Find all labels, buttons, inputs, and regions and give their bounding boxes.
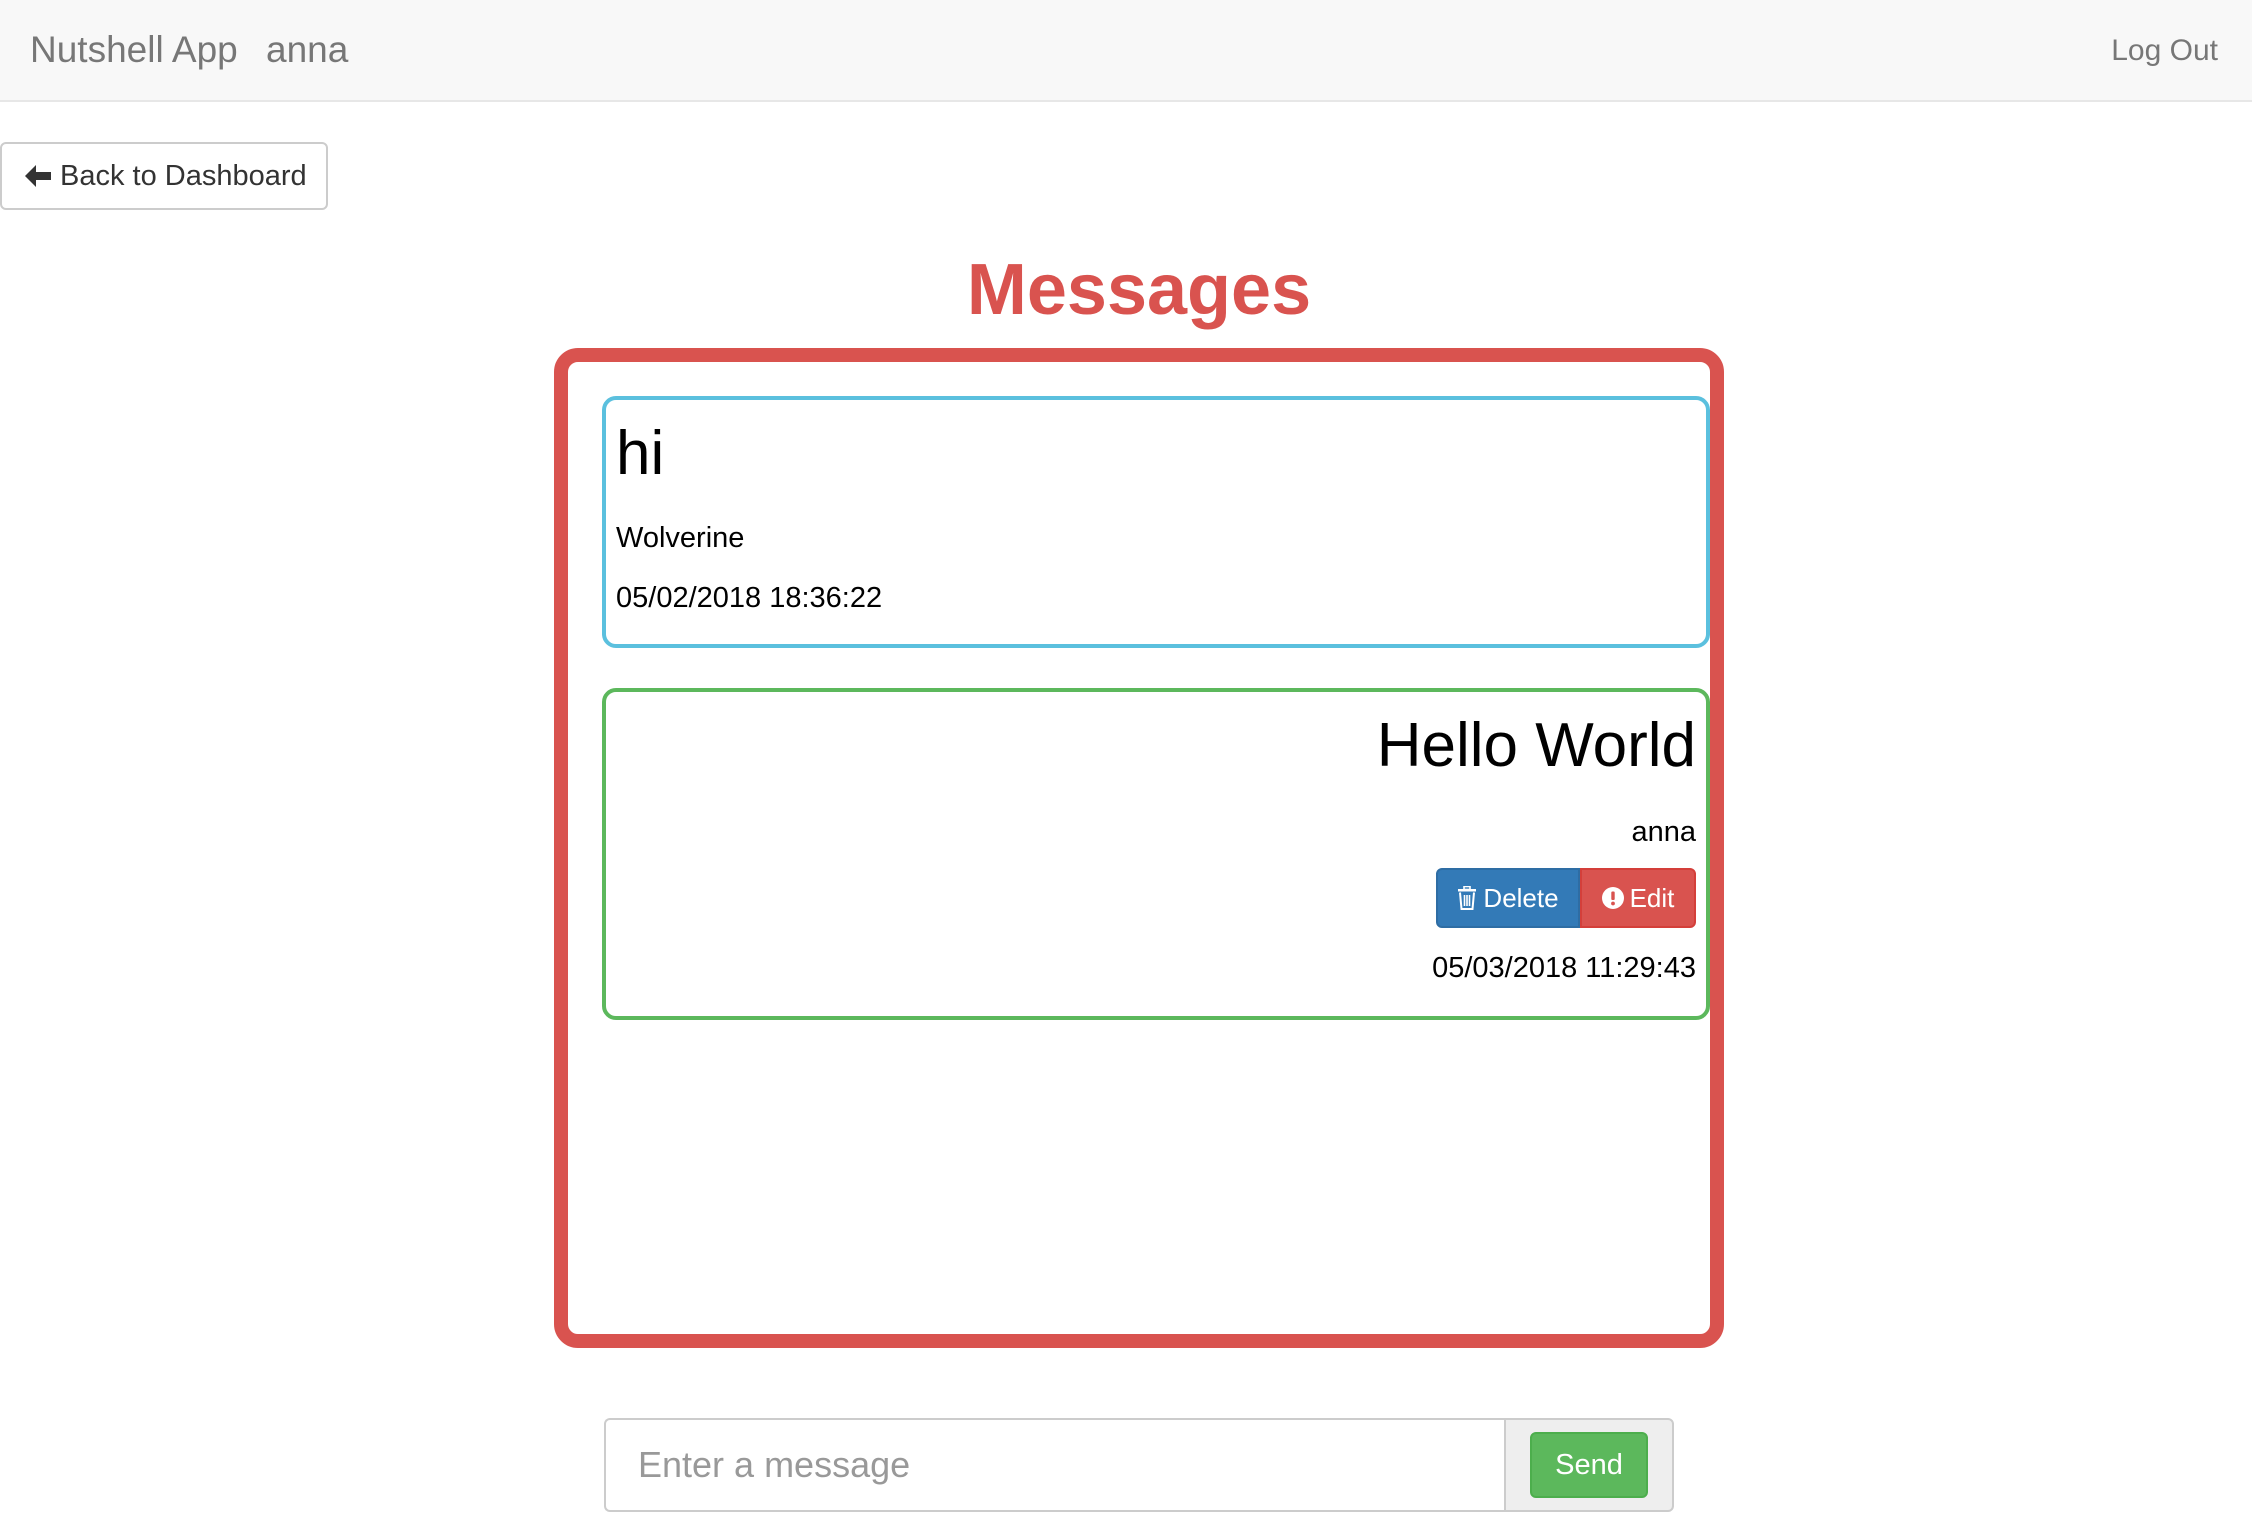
edit-button-label: Edit xyxy=(1629,882,1675,913)
message-text: Hello World xyxy=(1376,711,1696,780)
arrow-left-icon xyxy=(25,165,51,187)
send-button[interactable]: Send xyxy=(1530,1432,1648,1498)
edit-button[interactable]: Edit xyxy=(1580,868,1696,928)
message-card-own: Hello World anna Delete Edit 05/03/2018 … xyxy=(602,688,1710,1020)
logout-link[interactable]: Log Out xyxy=(2111,32,2218,70)
message-timestamp: 05/03/2018 11:29:43 xyxy=(1432,952,1696,984)
message-text: hi xyxy=(616,419,665,488)
delete-button-label: Delete xyxy=(1483,882,1559,913)
delete-button[interactable]: Delete xyxy=(1436,868,1580,928)
page-title: Messages xyxy=(966,250,1312,330)
message-input[interactable] xyxy=(604,1418,1504,1512)
message-composer: Send xyxy=(604,1418,1674,1512)
back-to-dashboard-button[interactable]: Back to Dashboard xyxy=(0,142,328,210)
trash-icon xyxy=(1458,886,1477,910)
message-actions: Delete Edit xyxy=(1436,868,1696,928)
message-author: anna xyxy=(1631,816,1696,848)
exclamation-circle-icon xyxy=(1601,887,1624,909)
messages-container[interactable]: hi Wolverine 05/02/2018 18:36:22 Hello W… xyxy=(554,348,1724,1348)
message-card: hi Wolverine 05/02/2018 18:36:22 xyxy=(602,396,1710,648)
send-addon: Send xyxy=(1504,1418,1674,1512)
message-timestamp: 05/02/2018 18:36:22 xyxy=(616,582,883,614)
nav-username[interactable]: anna xyxy=(266,28,348,72)
navbar: Nutshell App anna Log Out xyxy=(0,0,2252,102)
back-button-label: Back to Dashboard xyxy=(60,159,307,192)
brand-link[interactable]: Nutshell App xyxy=(30,28,238,72)
message-author: Wolverine xyxy=(616,522,745,554)
